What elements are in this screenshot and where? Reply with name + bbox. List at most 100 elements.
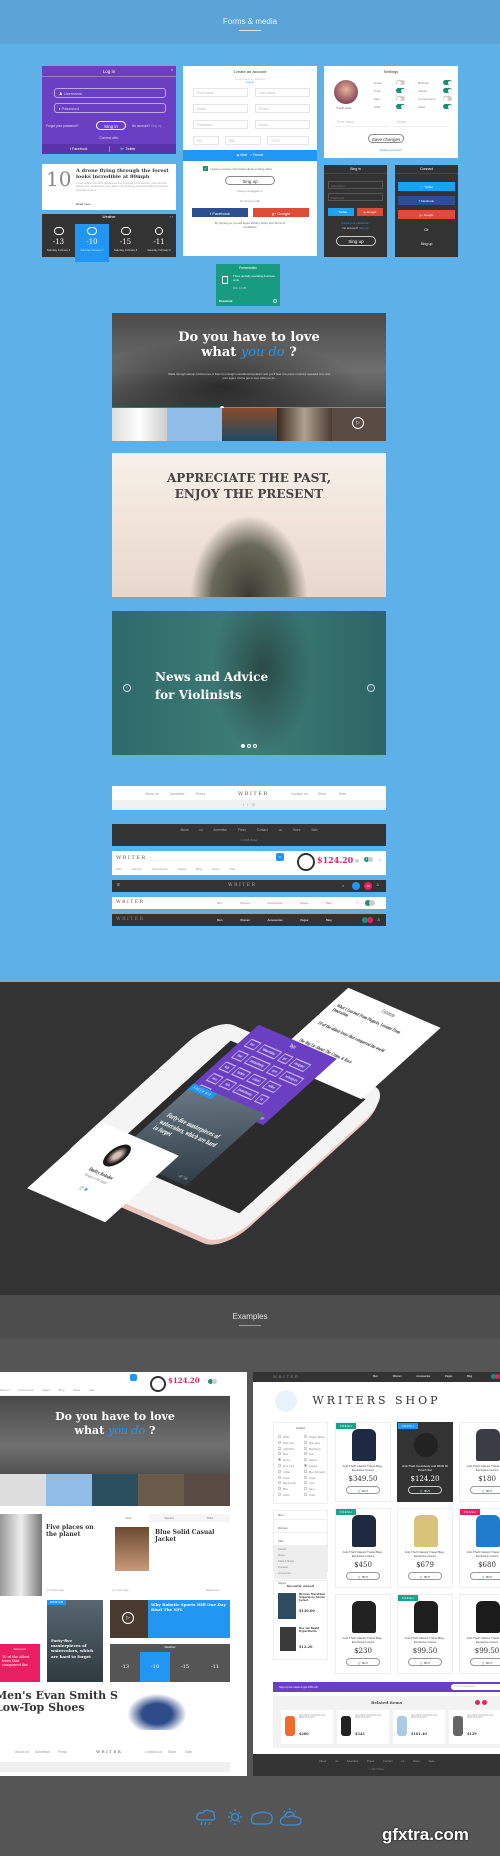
buy-button[interactable]: 🛒 BUY <box>470 1658 500 1666</box>
email-input[interactable]: Email <box>193 104 248 113</box>
user-badge[interactable] <box>368 857 373 862</box>
footer-link[interactable]: Store <box>413 1759 428 1763</box>
portrait-image[interactable] <box>0 1514 42 1596</box>
product-image[interactable] <box>476 1515 500 1547</box>
product-name[interactable]: Anti-Theft Classic Travel Bag - Exclusiv… <box>460 1550 500 1558</box>
buy-button[interactable]: 🛒 BUY <box>470 1572 500 1580</box>
category-kids[interactable]: Kids <box>274 1537 327 1545</box>
grid-icon[interactable]: ▦ <box>355 858 359 863</box>
tag-chip[interactable]: follow4follow <box>255 1044 283 1060</box>
buy-button[interactable]: 🛒 BUY <box>346 1658 380 1666</box>
save-changes-button[interactable]: Save changes <box>368 134 404 143</box>
product-image[interactable] <box>476 1601 500 1633</box>
password-input[interactable]: ▪ Password <box>54 103 166 113</box>
related-item[interactable]: Anti-Theft Crossbody and RFID ID Pouch $3… <box>337 1710 389 1744</box>
writer-logo[interactable]: WRITER <box>116 855 147 861</box>
thumbnail-usa[interactable] <box>167 408 222 441</box>
user-badge[interactable] <box>212 1379 217 1384</box>
tag-chip[interactable]: tbt <box>253 1093 270 1105</box>
twitter-button[interactable]: 🐦 Twitter <box>120 147 136 151</box>
nav-link[interactable]: Women <box>132 867 142 871</box>
search-icon[interactable]: ⌕ <box>342 883 344 888</box>
checkbox[interactable] <box>304 1487 307 1491</box>
writer-logo[interactable]: WRITER <box>238 791 269 797</box>
confirm-email-input[interactable]: Email <box>255 120 310 129</box>
footer-link[interactable]: About us <box>319 1759 347 1763</box>
recent-item-image[interactable] <box>278 1593 296 1619</box>
product-name[interactable]: Anti-Theft Classic Travel Bag - Exclusiv… <box>336 1550 390 1558</box>
tag-chip[interactable]: photooftheday <box>243 1055 272 1072</box>
product-card[interactable]: FRESH Anti-Theft Classic Travel Bag - Exc… <box>335 1508 391 1588</box>
last-name-input[interactable]: Last name <box>255 88 310 97</box>
recent-item-image[interactable] <box>280 1627 296 1651</box>
chevron-left-icon[interactable]: ‹ <box>170 215 171 219</box>
tag-chip[interactable]: photooftheday <box>231 1084 260 1101</box>
sign-up-button[interactable]: Sing up <box>336 236 376 246</box>
tab-second[interactable]: Second <box>149 1514 190 1522</box>
checkbox[interactable] <box>278 1435 281 1438</box>
heart-icon[interactable]: ♡ <box>356 900 360 905</box>
first-name-input[interactable]: First name <box>193 88 248 97</box>
carousel-dot[interactable] <box>253 744 257 748</box>
facebook-button[interactable]: f Facebook <box>70 147 87 151</box>
close-icon[interactable]: × <box>171 67 173 72</box>
google-button[interactable]: g+ Google <box>398 210 455 219</box>
weather-day[interactable]: -15 Saturday, February 8 <box>109 224 142 262</box>
related-item-image[interactable] <box>285 1716 295 1736</box>
checkbox[interactable] <box>304 1475 307 1479</box>
user-icon[interactable]: ♙ <box>377 917 381 922</box>
tab-third[interactable]: Third <box>189 1514 230 1522</box>
edit-photo-link[interactable]: ✎ Edit photo <box>336 106 352 110</box>
color-option[interactable]: Violet <box>278 1492 296 1499</box>
footer-link[interactable]: Press <box>367 1759 383 1763</box>
activity-toggle[interactable] <box>443 88 452 93</box>
nav-link[interactable]: Women <box>240 901 250 905</box>
facebook-icon[interactable]: f <box>243 802 244 807</box>
weather-day[interactable]: -11 Saturday, February 9 <box>142 224 176 262</box>
product-name[interactable]: Anti-Theft Crossbody and RFID ID Pouch S… <box>398 1464 452 1472</box>
category-men[interactable]: Men <box>274 1511 327 1520</box>
nav-link[interactable]: Store <box>318 792 326 796</box>
nav-link[interactable]: Accessories <box>18 1388 33 1392</box>
log-in-link[interactable]: Log in <box>183 80 317 84</box>
birthday-toggle[interactable] <box>443 80 452 85</box>
category-women[interactable]: Women <box>274 1524 327 1533</box>
writer-logo[interactable]: WRITER <box>116 917 144 922</box>
writer-logo[interactable]: WRITER <box>116 900 144 905</box>
product-card[interactable]: FRESH Anti-Theft Classic Travel Bag - Exc… <box>335 1422 391 1502</box>
robotic-article-card[interactable]: Why Robotic Sports Will One Day Rival Th… <box>148 1600 230 1638</box>
related-item-image[interactable] <box>397 1716 407 1736</box>
footer-link[interactable]: Sale <box>429 1759 435 1763</box>
nav-link[interactable]: Contact us <box>257 828 282 832</box>
color-option[interactable]: Shaper Brown <box>304 1435 325 1441</box>
product-card[interactable]: Anti-Theft Classic Travel Bag - Exclusiv… <box>459 1422 500 1502</box>
recent-item-name[interactable]: Rev 1st Rapid Hypertherm <box>299 1627 327 1633</box>
nav-link[interactable]: Pages <box>300 901 308 905</box>
article-title[interactable]: A drone flying through the forest looks … <box>76 168 172 180</box>
nav-link[interactable]: Contact us <box>291 792 308 796</box>
terms-text[interactable]: By Signing up you will agree Privacy Pol… <box>213 221 287 229</box>
nav-link[interactable]: Men <box>373 1375 378 1378</box>
checkbox[interactable] <box>278 1469 281 1473</box>
search-button[interactable]: ⌕ <box>276 853 284 861</box>
first-name-input[interactable]: First name <box>334 118 389 127</box>
day-input[interactable]: DD <box>193 136 219 145</box>
email-input[interactable]: Your email address <box>451 1684 500 1690</box>
carousel-dot[interactable] <box>247 744 251 748</box>
sign-up-button[interactable]: Sing up <box>225 176 275 185</box>
checkbox[interactable] <box>304 1492 307 1496</box>
forgot-password-link[interactable]: Forgot your password? <box>324 221 387 225</box>
buy-button[interactable]: 🛒 BUY <box>408 1572 442 1580</box>
checkbox[interactable] <box>278 1463 281 1467</box>
thumbnail[interactable] <box>184 1474 230 1506</box>
buy-button[interactable]: 🛒 BUY <box>346 1572 380 1580</box>
user-avatar[interactable] <box>369 900 375 906</box>
checkbox[interactable] <box>304 1481 307 1485</box>
thumbnail[interactable] <box>46 1474 92 1506</box>
nav-link[interactable]: Contact us <box>145 1750 162 1754</box>
nav-link[interactable]: News <box>212 867 220 871</box>
product-card[interactable]: FRESH Anti-Theft Crossbody and RFID ID Po… <box>397 1422 453 1502</box>
user-icon[interactable]: ♙ <box>378 857 382 862</box>
thumbnail[interactable] <box>138 1474 184 1506</box>
menu-icon[interactable]: ≡ <box>117 882 120 888</box>
